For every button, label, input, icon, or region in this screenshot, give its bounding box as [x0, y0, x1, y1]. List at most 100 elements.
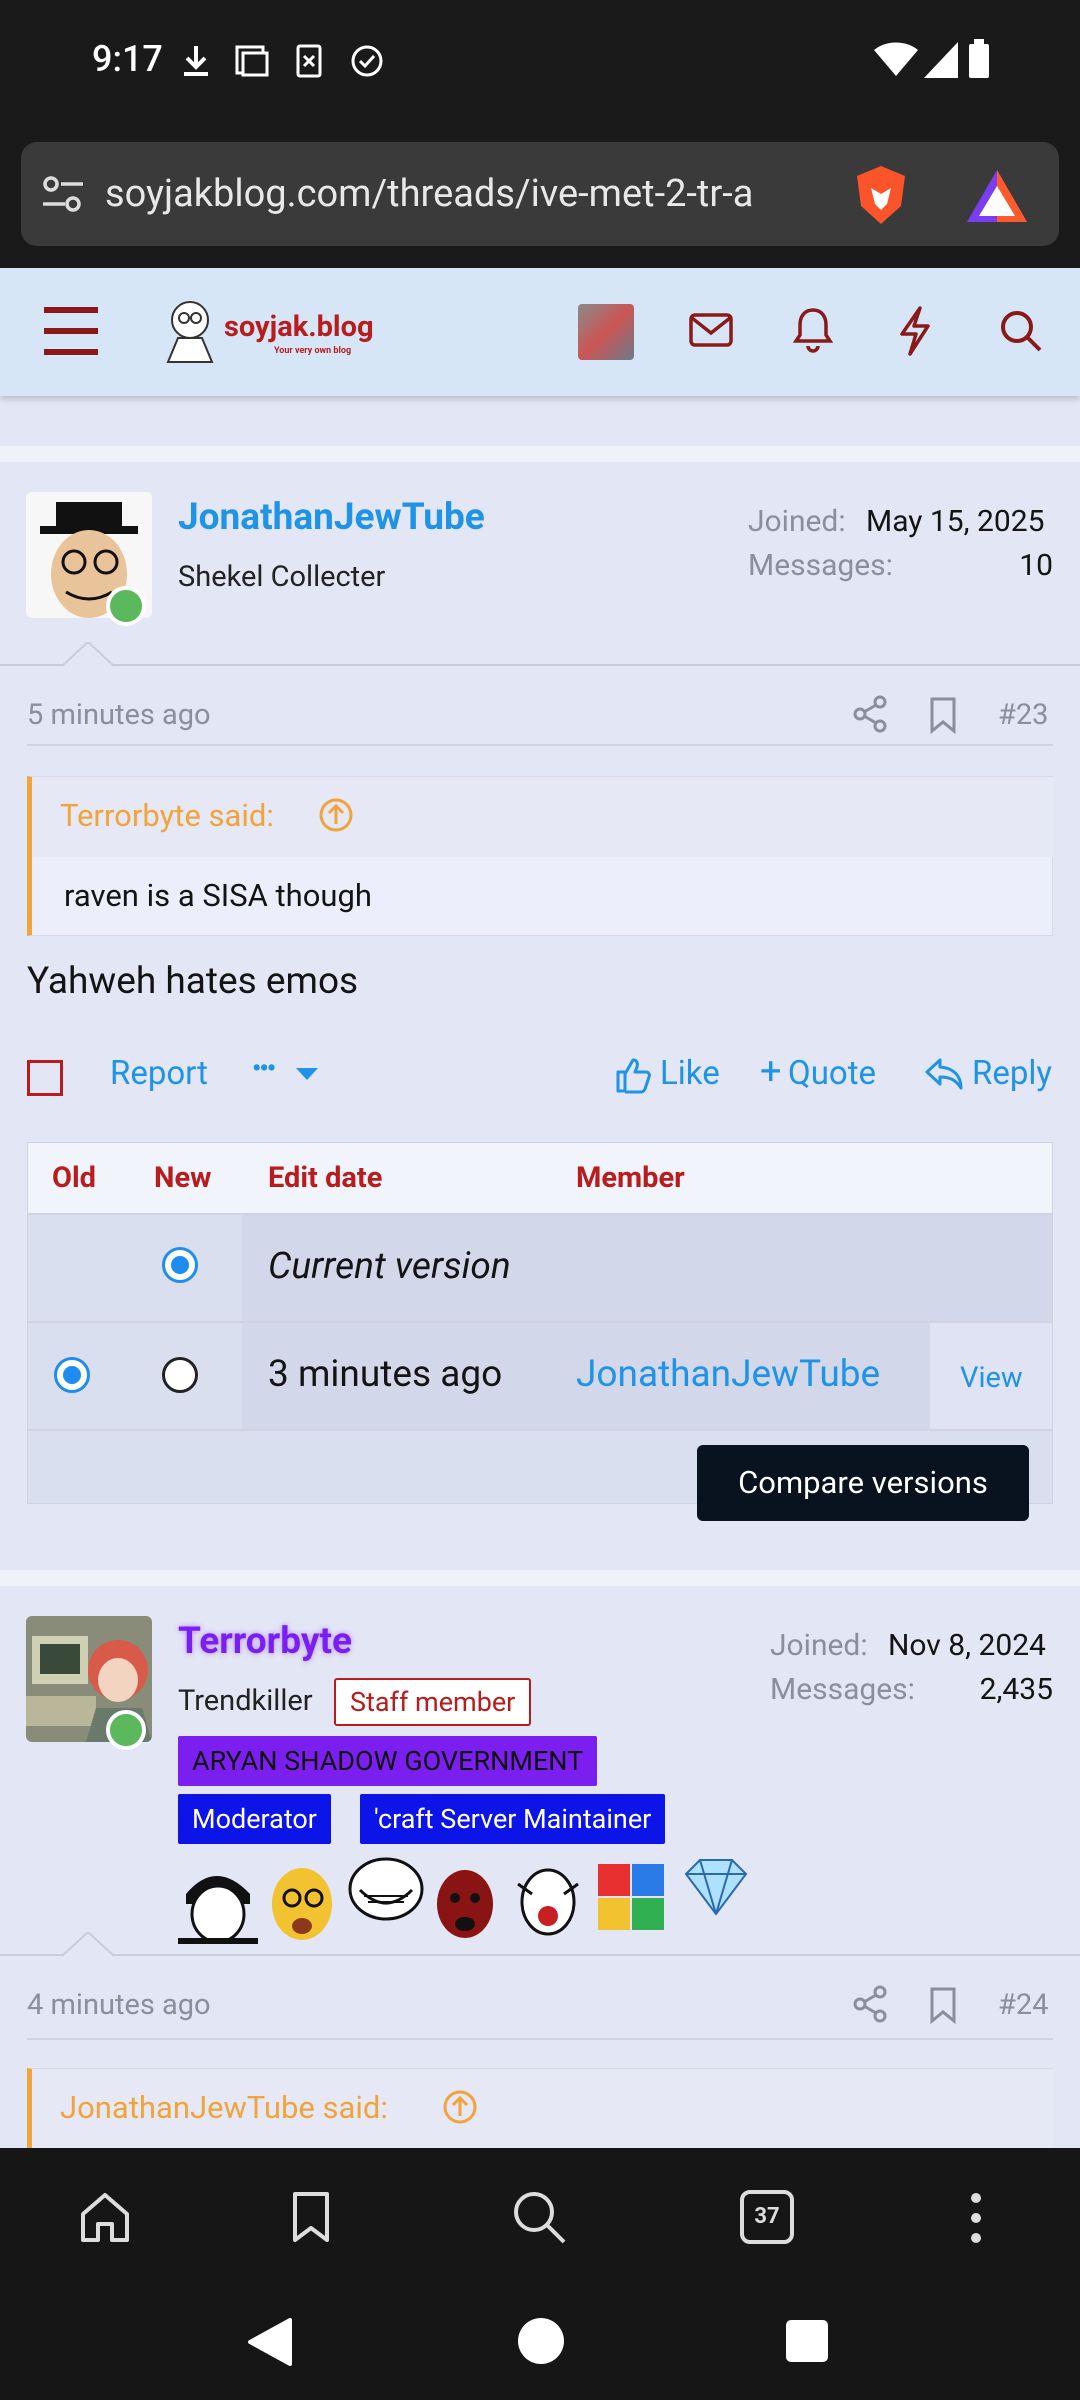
quote-button[interactable]: Quote	[788, 1054, 876, 1093]
user-arrow	[62, 1932, 114, 1957]
red-soyjak-icon	[437, 1870, 493, 1938]
meta-divider	[27, 2038, 1053, 2040]
joined-value: Nov 8, 2024	[888, 1628, 1046, 1663]
more-menu-icon[interactable]	[964, 2190, 988, 2246]
post-separator	[0, 446, 1080, 462]
search-icon[interactable]	[998, 308, 1044, 354]
soyjak-black-icon	[178, 1876, 258, 1944]
share-icon[interactable]	[852, 694, 888, 734]
site-header: soyjak.blog Your very own blog	[0, 268, 1080, 396]
url-text[interactable]: soyjakblog.com/threads/ive-met-2-tr-a	[105, 172, 845, 216]
quote-block: Terrorbyte said: raven is a SISA though	[27, 776, 1053, 936]
messages-label: Messages:	[748, 548, 893, 583]
current-version-label: Current version	[268, 1245, 511, 1288]
header-edit-date: Edit date	[268, 1161, 383, 1195]
header-new: New	[154, 1161, 212, 1195]
soyjak-yellow-icon	[272, 1868, 332, 1940]
screaming-soyjak-icon	[517, 1868, 579, 1936]
user-divider	[0, 1954, 1080, 1956]
select-post-checkbox[interactable]	[27, 1060, 63, 1096]
like-button[interactable]: Like	[660, 1054, 720, 1093]
reply-arrow-icon[interactable]	[924, 1056, 964, 1092]
post-separator	[0, 1570, 1080, 1586]
quote-jump-icon[interactable]	[442, 2089, 478, 2125]
quote-author[interactable]: Terrorbyte said:	[60, 797, 274, 834]
user-trophies	[178, 1854, 778, 1944]
old-version-radio[interactable]	[54, 1357, 90, 1393]
browser-toolbar: soyjakblog.com/threads/ive-met-2-tr-a	[0, 130, 1080, 268]
report-link[interactable]: Report	[110, 1054, 208, 1093]
bookmark-icon[interactable]	[928, 696, 958, 734]
browser-bottom-bar: 37	[0, 2148, 1080, 2290]
joined-label: Joined:	[748, 504, 846, 539]
user-avatar[interactable]	[578, 304, 634, 360]
quote-header[interactable]: JonathanJewTube said:	[32, 2069, 1053, 2148]
alerts-bell-icon[interactable]	[793, 306, 833, 354]
inbox-icon[interactable]	[688, 312, 734, 350]
brave-rewards-icon[interactable]	[965, 168, 1029, 224]
search-icon[interactable]	[510, 2188, 568, 2246]
online-status-icon	[106, 1710, 146, 1750]
messages-label: Messages:	[770, 1672, 915, 1707]
new-version-radio-2[interactable]	[162, 1357, 198, 1393]
bookmarks-icon[interactable]	[290, 2190, 332, 2244]
staff-member-badge: Staff member	[334, 1678, 532, 1726]
post-time[interactable]: 4 minutes ago	[27, 1988, 211, 2022]
more-options-menu[interactable]: •••	[252, 1052, 322, 1098]
system-navigation	[0, 2290, 1080, 2400]
url-bar[interactable]: soyjakblog.com/threads/ive-met-2-tr-a	[21, 142, 1059, 246]
post-number[interactable]: #23	[998, 698, 1048, 732]
quote-text: raven is a SISA though	[64, 877, 373, 914]
quote-plus-icon[interactable]: +	[760, 1050, 782, 1094]
meta-divider	[27, 744, 1053, 746]
signal-icon	[924, 42, 958, 78]
post-username[interactable]: JonathanJewTube	[178, 496, 485, 539]
header-member: Member	[576, 1161, 685, 1195]
messages-value: 2,435	[979, 1672, 1053, 1707]
download-icon	[184, 46, 208, 76]
menu-icon[interactable]	[42, 306, 100, 356]
previous-post-tail	[0, 396, 1080, 446]
settings-badge-icon	[351, 45, 383, 77]
wifi-icon	[874, 42, 918, 76]
edit-member-link[interactable]: JonathanJewTube	[576, 1353, 880, 1396]
trollface-icon	[348, 1857, 424, 1921]
tab-switcher-button[interactable]: 37	[740, 2190, 794, 2244]
chevron-down-icon	[296, 1068, 318, 1080]
status-time: 9:17	[92, 38, 163, 80]
status-bar: 9:17	[0, 0, 1080, 130]
site-logo[interactable]: soyjak.blog Your very own blog	[162, 296, 400, 368]
more-dots: •••	[252, 1054, 276, 1084]
post-number[interactable]: #24	[998, 1988, 1048, 2022]
battery-icon	[969, 39, 989, 78]
compare-versions-button[interactable]: Compare versions	[697, 1445, 1029, 1521]
quote-header[interactable]: Terrorbyte said:	[32, 777, 1053, 857]
home-icon[interactable]	[78, 2190, 132, 2244]
quote-author[interactable]: JonathanJewTube said:	[60, 2089, 388, 2126]
reply-button[interactable]: Reply	[972, 1054, 1052, 1093]
edit-date: 3 minutes ago	[268, 1353, 503, 1396]
online-status-icon	[106, 586, 146, 626]
screenshot-icon	[235, 45, 269, 77]
user-divider	[0, 664, 1080, 666]
post-24: Terrorbyte Trendkiller Staff member ARYA…	[0, 1586, 1080, 2148]
post-username[interactable]: Terrorbyte	[178, 1620, 352, 1663]
back-icon[interactable]	[246, 2316, 294, 2368]
new-version-radio[interactable]	[162, 1247, 198, 1283]
recents-button[interactable]	[786, 2320, 828, 2362]
user-arrow	[62, 642, 114, 667]
site-settings-icon[interactable]	[41, 174, 85, 214]
whats-new-icon[interactable]	[896, 306, 934, 356]
diamond-icon	[684, 1859, 748, 1916]
bookmark-icon[interactable]	[928, 1986, 958, 2024]
like-thumb-icon[interactable]	[614, 1056, 652, 1094]
share-icon[interactable]	[852, 1984, 888, 2024]
brave-shield-icon[interactable]	[851, 164, 911, 226]
home-button[interactable]	[518, 2318, 564, 2364]
post-time[interactable]: 5 minutes ago	[27, 698, 211, 732]
quote-jump-icon[interactable]	[318, 797, 354, 833]
history-header-row: Old New Edit date Member	[28, 1143, 1052, 1215]
user-banner-moderator: Moderator	[178, 1794, 331, 1844]
user-banner-aryan: ARYAN SHADOW GOVERNMENT	[178, 1736, 598, 1786]
view-link[interactable]: View	[960, 1361, 1023, 1395]
